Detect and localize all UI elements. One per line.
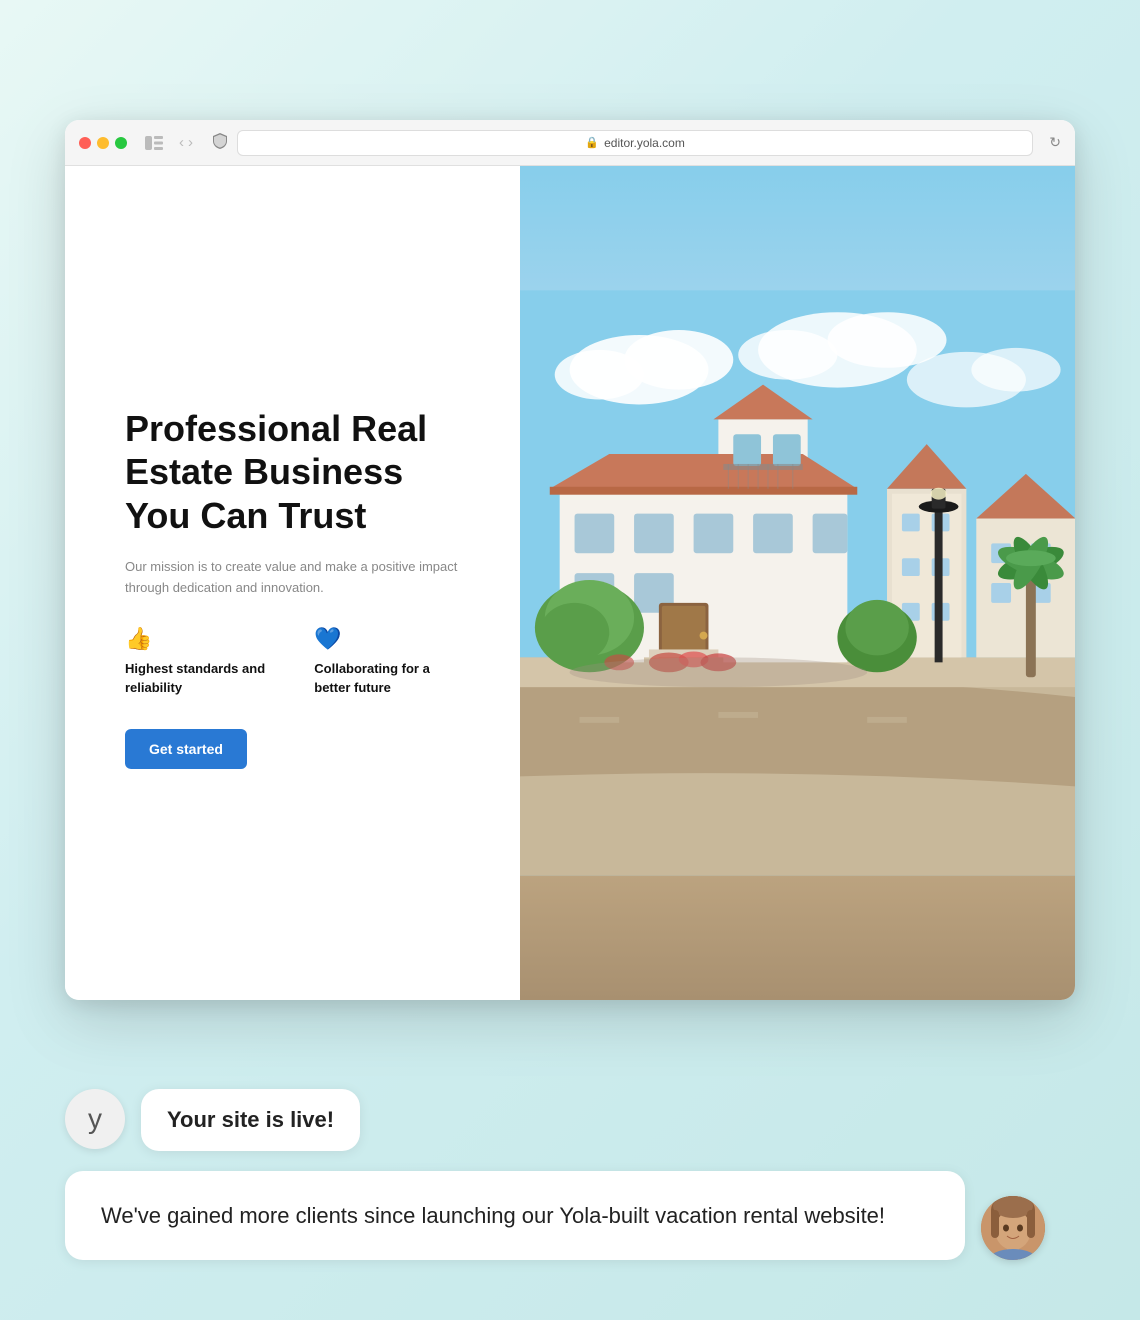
- testimonial-text: We've gained more clients since launchin…: [101, 1203, 885, 1228]
- sidebar-toggle-icon[interactable]: [145, 136, 163, 150]
- hero-description: Our mission is to create value and make …: [125, 557, 470, 599]
- yola-initial: y: [88, 1103, 102, 1135]
- browser-toolbar: ‹ › 🔒 editor.yola.com ↻: [65, 120, 1075, 166]
- house-image: [520, 166, 1076, 1000]
- feature-collaborating: 💙 Collaborating for a better future: [314, 626, 469, 696]
- chat-section: y Your site is live! We've gained more c…: [65, 1089, 1075, 1260]
- site-live-text: Your site is live!: [167, 1107, 334, 1132]
- forward-icon[interactable]: ›: [188, 134, 193, 151]
- browser-content: Professional Real Estate Business You Ca…: [65, 166, 1075, 1000]
- chat-bubble-site-live: Your site is live!: [141, 1089, 360, 1151]
- chat-row-notification: y Your site is live!: [65, 1089, 1075, 1151]
- reload-button[interactable]: ↻: [1049, 134, 1061, 151]
- lock-icon: 🔒: [585, 136, 599, 149]
- close-button[interactable]: [79, 137, 91, 149]
- yola-avatar: y: [65, 1089, 125, 1149]
- nav-arrows: ‹ ›: [179, 134, 193, 151]
- browser-window: ‹ › 🔒 editor.yola.com ↻ Professional Rea…: [65, 120, 1075, 1000]
- minimize-button[interactable]: [97, 137, 109, 149]
- heart-icon: 💙: [314, 626, 469, 652]
- hero-title: Professional Real Estate Business You Ca…: [125, 407, 470, 537]
- shield-icon: [213, 133, 227, 152]
- maximize-button[interactable]: [115, 137, 127, 149]
- hero-left-panel: Professional Real Estate Business You Ca…: [65, 166, 520, 1000]
- user-avatar: [981, 1196, 1045, 1260]
- chat-row-testimonial: We've gained more clients since launchin…: [65, 1171, 1075, 1260]
- address-bar[interactable]: 🔒 editor.yola.com: [237, 130, 1033, 156]
- get-started-button[interactable]: Get started: [125, 729, 247, 769]
- back-icon[interactable]: ‹: [179, 134, 184, 151]
- traffic-lights: [79, 137, 127, 149]
- feature-collaborating-label: Collaborating for a better future: [314, 660, 469, 696]
- feature-standards: 👍 Highest standards and reliability: [125, 626, 284, 696]
- url-text: editor.yola.com: [604, 136, 685, 150]
- features-row: 👍 Highest standards and reliability 💙 Co…: [125, 626, 470, 696]
- thumbs-up-icon: 👍: [125, 626, 284, 652]
- chat-bubble-testimonial: We've gained more clients since launchin…: [65, 1171, 965, 1260]
- hero-image-panel: [520, 166, 1076, 1000]
- feature-standards-label: Highest standards and reliability: [125, 660, 284, 696]
